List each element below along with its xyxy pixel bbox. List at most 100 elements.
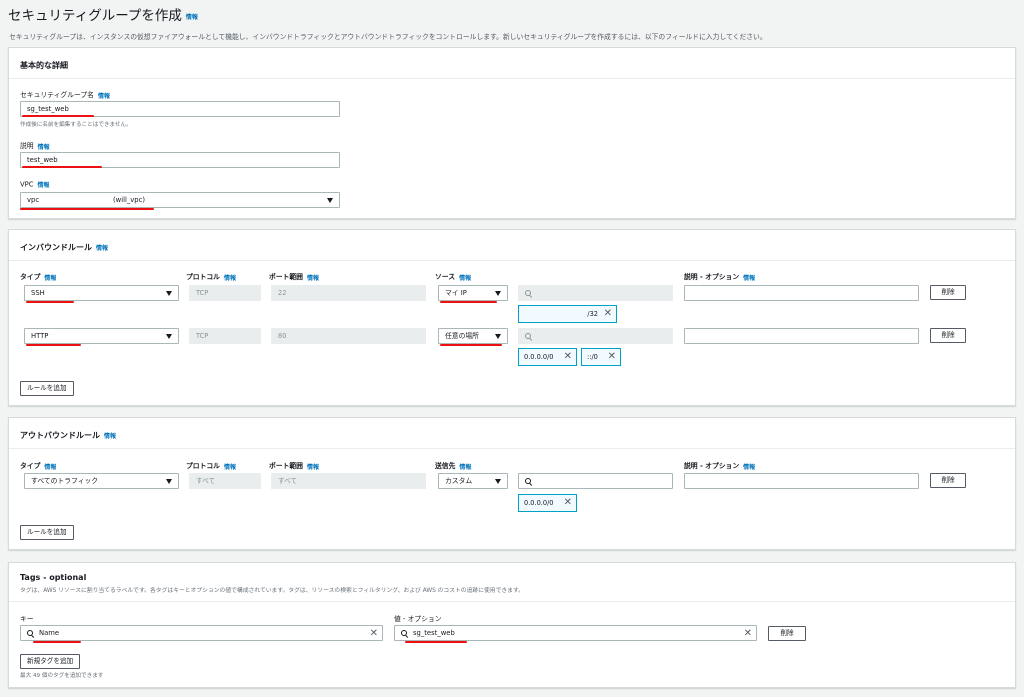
red-underline [22, 115, 94, 117]
tags-description: タグは、AWS リソースに割り当てるラベルです。各タグはキーとオプションの値で構… [20, 588, 524, 594]
search-icon [525, 478, 532, 485]
info-link[interactable]: 情報 [743, 464, 755, 471]
tags-title: Tags - optional [20, 573, 87, 582]
inbound-delete-button[interactable]: 削除 [930, 328, 966, 343]
source-token: /32 ✕ [518, 305, 617, 323]
tags-limit-hint: 最大 49 個のタグを追加できます [20, 673, 104, 679]
info-link[interactable]: 情報 [224, 275, 236, 282]
search-icon [401, 630, 408, 637]
search-icon [27, 630, 34, 637]
inbound-type-select[interactable]: SSH [24, 285, 179, 301]
close-icon[interactable]: ✕ [744, 627, 752, 640]
info-link[interactable]: 情報 [38, 182, 50, 189]
close-icon[interactable]: ✕ [604, 307, 612, 321]
inbound-source-search[interactable] [518, 285, 673, 301]
caret-down-icon [327, 198, 333, 203]
inbound-source-select[interactable]: マイ IP [438, 285, 508, 301]
source-token: 0.0.0.0/0 ✕ [518, 348, 577, 366]
inbound-rules-panel: インバウンドルール 情報 タイプ 情報 プロトコル 情報 ポート範囲 情報 ソース 情報 … [8, 229, 1016, 406]
info-link[interactable]: 情報 [459, 275, 471, 282]
inbound-port-field: 22 [271, 285, 426, 301]
red-underline [26, 344, 81, 346]
tag-key-label: キー [20, 615, 34, 623]
col-desc-label: 説明 - オプション 情報 [684, 273, 756, 282]
red-underline [440, 301, 497, 303]
info-link[interactable]: 情報 [743, 275, 755, 282]
col-port-label: ポート範囲 情報 [269, 273, 319, 282]
description-label: 説明 情報 [20, 142, 50, 151]
search-icon [525, 333, 532, 340]
dest-token: 0.0.0.0/0 ✕ [518, 494, 577, 512]
inbound-title: インバウンドルール 情報 [20, 243, 109, 252]
col-type-label: タイプ 情報 [20, 462, 57, 471]
vpc-label: VPC 情報 [20, 180, 50, 190]
info-link[interactable]: 情報 [104, 433, 116, 440]
inbound-protocol-field: TCP [189, 285, 261, 301]
outbound-dest-search[interactable] [518, 473, 673, 489]
red-underline [26, 301, 74, 303]
inbound-port-field: 80 [271, 328, 426, 344]
col-type-label: タイプ 情報 [20, 273, 57, 282]
outbound-protocol-field: すべて [189, 473, 261, 489]
vpc-select[interactable]: vpc (will_vpc) [20, 192, 340, 208]
basic-details-panel: 基本的な詳細 セキュリティグループ名 情報 sg_test_web 作成後に名前を… [8, 47, 1016, 219]
info-link[interactable]: 情報 [307, 275, 319, 282]
sg-name-hint: 作成後に名前を編集することはできません。 [20, 122, 132, 128]
caret-down-icon [495, 334, 501, 339]
close-icon[interactable]: ✕ [608, 350, 616, 364]
page-title: セキュリティグループを作成 情報 [8, 8, 198, 24]
tag-value-input[interactable]: sg_test_web ✕ [394, 625, 757, 641]
close-icon[interactable]: ✕ [564, 350, 572, 364]
tag-delete-button[interactable]: 削除 [768, 626, 806, 641]
inbound-delete-button[interactable]: 削除 [930, 285, 966, 300]
col-protocol-label: プロトコル 情報 [186, 273, 236, 282]
inbound-description-input[interactable] [684, 328, 919, 344]
tags-panel: Tags - optional タグは、AWS リソースに割り当てるラベルです。… [8, 562, 1016, 688]
source-token: ::/0 ✕ [581, 348, 621, 366]
info-link[interactable]: 情報 [307, 464, 319, 471]
caret-down-icon [166, 291, 172, 296]
col-dest-label: 送信先 情報 [435, 462, 472, 471]
outbound-type-select[interactable]: すべてのトラフィック [24, 473, 179, 489]
sg-name-label: セキュリティグループ名 情報 [20, 91, 110, 100]
basic-details-title: 基本的な詳細 [20, 61, 68, 70]
info-link[interactable]: 情報 [44, 275, 56, 282]
outbound-dest-select[interactable]: カスタム [438, 473, 508, 489]
inbound-description-input[interactable] [684, 285, 919, 301]
red-underline [22, 166, 102, 168]
outbound-description-input[interactable] [684, 473, 919, 489]
red-underline [405, 641, 467, 643]
caret-down-icon [166, 479, 172, 484]
tag-value-label: 値 - オプション [394, 615, 442, 623]
info-link[interactable]: 情報 [186, 14, 198, 21]
outbound-port-field: すべて [271, 473, 426, 489]
col-port-label: ポート範囲 情報 [269, 462, 319, 471]
red-underline [20, 208, 154, 210]
info-link[interactable]: 情報 [96, 245, 108, 252]
red-underline [440, 344, 502, 346]
caret-down-icon [495, 479, 501, 484]
outbound-rules-panel: アウトバウンドルール 情報 タイプ 情報 プロトコル 情報 ポート範囲 情報 送信先 情報… [8, 417, 1016, 550]
info-link[interactable]: 情報 [38, 144, 50, 151]
outbound-delete-button[interactable]: 削除 [930, 473, 966, 488]
info-link[interactable]: 情報 [44, 464, 56, 471]
inbound-protocol-field: TCP [189, 328, 261, 344]
inbound-type-select[interactable]: HTTP [24, 328, 179, 344]
add-tag-button[interactable]: 新規タグを追加 [20, 654, 81, 669]
tag-key-input[interactable]: Name ✕ [20, 625, 383, 641]
col-protocol-label: プロトコル 情報 [186, 462, 236, 471]
col-desc-label: 説明 - オプション 情報 [684, 462, 756, 471]
search-icon [525, 290, 532, 297]
caret-down-icon [495, 291, 501, 296]
page-description: セキュリティグループは、インスタンスの仮想ファイアウォールとして機能し、インバウ… [9, 33, 767, 41]
info-link[interactable]: 情報 [98, 93, 110, 100]
caret-down-icon [166, 334, 172, 339]
add-inbound-rule-button[interactable]: ルールを追加 [20, 381, 74, 396]
inbound-source-search[interactable] [518, 328, 673, 344]
close-icon[interactable]: ✕ [370, 627, 378, 640]
inbound-source-select[interactable]: 任意の場所 [438, 328, 508, 344]
add-outbound-rule-button[interactable]: ルールを追加 [20, 525, 74, 540]
info-link[interactable]: 情報 [224, 464, 236, 471]
close-icon[interactable]: ✕ [564, 496, 572, 510]
info-link[interactable]: 情報 [459, 464, 471, 471]
